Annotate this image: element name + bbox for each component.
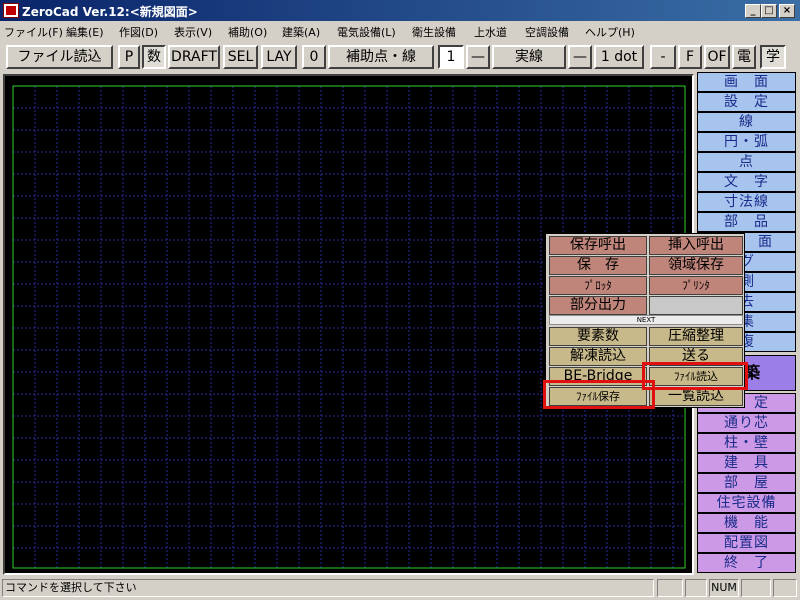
popup-compress[interactable]: 圧縮整理 [649,327,743,346]
menu-bar: ファイル(F) 編集(E) 作図(D) 表示(V) 補助(O) 建築(A) 電気… [0,21,800,41]
popup-list-read[interactable]: 一覧読込 [649,387,743,406]
lay-button[interactable]: LAY [261,45,297,69]
layer-number-field[interactable]: 1 [438,45,464,69]
popup-file-save[interactable]: ﾌｧｲﾙ保存 [549,387,647,406]
panel-fittings[interactable]: 建 具 [697,453,796,473]
menu-hvac[interactable]: 空調設備 [525,24,569,40]
popup-printer[interactable]: ﾌﾟﾘﾝﾀ [649,276,743,295]
panel-grid-axis[interactable]: 通り芯 [697,413,796,433]
draft-button[interactable]: DRAFT [168,45,220,69]
title-bar: ZeroCad Ver.12:<新規図面> _ □ × [0,0,800,21]
den-button[interactable]: 電 [732,45,756,69]
status-cell-2 [685,579,707,597]
close-button[interactable]: × [779,4,795,18]
toolbar: ファイル読込 P 数 DRAFT SEL LAY 0 補助点・線 1 — 実線 … [0,42,800,72]
f-button[interactable]: F [678,45,702,69]
popup-next-button[interactable]: NEXT [549,315,743,325]
popup-partial-output[interactable]: 部分出力 [549,296,647,315]
file-popup-menu: 保存呼出 挿入呼出 保 存 領域保存 ﾌﾟﾛｯﾀ ﾌﾟﾘﾝﾀ 部分出力 NEXT… [545,233,745,408]
window-title: ZeroCad Ver.12:<新規図面> [22,5,198,19]
menu-edit[interactable]: 編集(E) [66,24,104,40]
status-cell-1 [657,579,683,597]
panel-house-equipment[interactable]: 住宅設備 [697,493,796,513]
panel-screen[interactable]: 画 面 [697,72,796,92]
popup-area-save[interactable]: 領域保存 [649,256,743,275]
popup-plotter[interactable]: ﾌﾟﾛｯﾀ [549,276,647,295]
popup-empty-slot [649,296,743,315]
menu-assist[interactable]: 補助(O) [228,24,267,40]
popup-insert-recall[interactable]: 挿入呼出 [649,236,743,255]
panel-site-plan[interactable]: 配置図 [697,533,796,553]
of-button[interactable]: OF [704,45,730,69]
menu-arch[interactable]: 建築(A) [282,24,320,40]
minus-button[interactable]: - [650,45,676,69]
panel-parts[interactable]: 部 品 [697,212,796,232]
menu-view[interactable]: 表示(V) [174,24,212,40]
line-type-button[interactable]: 実線 [492,45,566,69]
panel-dimension[interactable]: 寸法線 [697,192,796,212]
panel-room[interactable]: 部 屋 [697,473,796,493]
minimize-button[interactable]: _ [745,4,761,18]
popup-decompress-read[interactable]: 解凍読込 [549,347,647,366]
menu-draw[interactable]: 作図(D) [119,24,158,40]
panel-function[interactable]: 機 能 [697,513,796,533]
popup-send[interactable]: 送る [649,347,743,366]
popup-element-count[interactable]: 要素数 [549,327,647,346]
popup-file-read[interactable]: ﾌｧｲﾙ読込 [649,367,743,386]
layer-zero-button[interactable]: 0 [302,45,326,69]
menu-sanitary[interactable]: 衛生設備 [412,24,456,40]
menu-help[interactable]: ヘルプ(H) [585,24,635,40]
status-cell-4 [773,579,797,597]
aux-line-button[interactable]: 補助点・線 [328,45,434,69]
file-read-button[interactable]: ファイル読込 [6,45,113,69]
line-width-sample[interactable]: — [568,45,592,69]
dot-width-button[interactable]: 1 dot [594,45,644,69]
line-sample-button[interactable]: — [466,45,490,69]
kazu-button[interactable]: 数 [142,45,166,69]
menu-water[interactable]: 上水道 [474,24,507,40]
panel-point[interactable]: 点 [697,152,796,172]
panel-settings[interactable]: 設 定 [697,92,796,112]
panel-exit[interactable]: 終 了 [697,553,796,573]
popup-be-bridge[interactable]: BE-Bridge [549,367,647,386]
status-cell-3 [741,579,771,597]
gaku-button[interactable]: 学 [760,45,786,69]
popup-save-recall[interactable]: 保存呼出 [549,236,647,255]
menu-file[interactable]: ファイル(F) [4,24,63,40]
sel-button[interactable]: SEL [223,45,258,69]
popup-save[interactable]: 保 存 [549,256,647,275]
num-lock-indicator: NUM [709,579,739,597]
status-bar: コマンドを選択して下さい NUM [0,577,800,600]
app-icon[interactable] [3,3,19,18]
panel-column-wall[interactable]: 柱・壁 [697,433,796,453]
menu-elec[interactable]: 電気設備(L) [337,24,396,40]
maximize-button[interactable]: □ [761,4,777,18]
panel-text[interactable]: 文 字 [697,172,796,192]
panel-circle-arc[interactable]: 円・弧 [697,132,796,152]
status-message: コマンドを選択して下さい [2,579,654,597]
panel-line[interactable]: 線 [697,112,796,132]
p-button[interactable]: P [118,45,140,69]
